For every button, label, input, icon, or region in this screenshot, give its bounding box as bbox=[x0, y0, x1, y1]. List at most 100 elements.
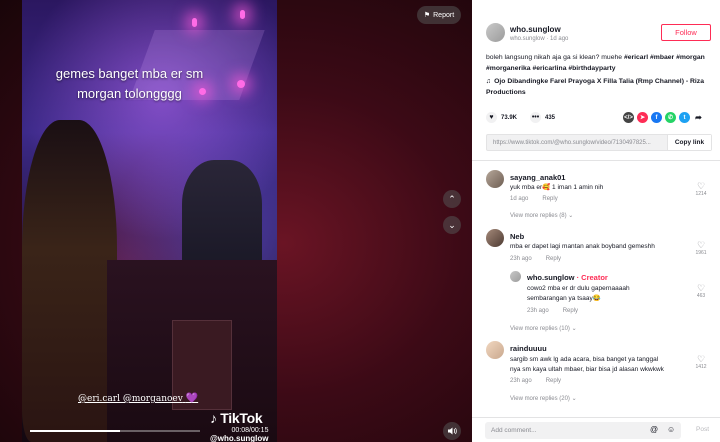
mention-icon[interactable]: @ bbox=[650, 425, 658, 434]
description-text: boleh langsung nikah aja ga si klean? mu… bbox=[486, 54, 623, 61]
video-timestamp: 00:08/00:15 bbox=[231, 427, 269, 434]
facebook-icon[interactable]: f bbox=[651, 112, 662, 123]
comment-time: 1d ago bbox=[510, 196, 529, 202]
heart-outline-icon: ♡ bbox=[696, 283, 706, 293]
tiktok-logo-text: TikTok bbox=[220, 410, 263, 426]
comment-time: 23h ago bbox=[510, 378, 532, 384]
follow-button[interactable]: Follow bbox=[661, 24, 711, 41]
comment-time: 23h ago bbox=[527, 308, 549, 314]
like-stat[interactable]: ♥ 73.9K bbox=[486, 112, 517, 123]
comment-like[interactable]: ♡ 1412 bbox=[695, 354, 707, 370]
share-arrow-icon[interactable]: ➦ bbox=[693, 112, 704, 123]
copy-link-box: https://www.tiktok.com/@who.sunglow/vide… bbox=[486, 134, 712, 151]
whatsapp-icon[interactable]: ✆ bbox=[665, 112, 676, 123]
commenter-avatar[interactable] bbox=[486, 341, 504, 359]
share-row: </> ➤ f ✆ t ➦ bbox=[623, 112, 704, 123]
video-caption-line: morgan tolongggg bbox=[77, 86, 182, 101]
comment-time: 23h ago bbox=[510, 256, 532, 262]
chevron-down-icon: ⌄ bbox=[448, 219, 456, 230]
person-silhouette bbox=[182, 160, 262, 270]
speaker-icon bbox=[448, 427, 457, 435]
comment-count: 435 bbox=[545, 114, 556, 121]
commenter-name[interactable]: rainduuuu bbox=[510, 344, 547, 353]
comment-stat[interactable]: ••• 435 bbox=[530, 112, 555, 123]
reply-author-name: who.sunglow bbox=[527, 273, 575, 282]
reply-author[interactable]: who.sunglow · Creator bbox=[527, 273, 608, 282]
music-note-icon: ♫ bbox=[486, 78, 492, 85]
emoji-icon[interactable]: ☺ bbox=[667, 425, 675, 434]
comment-icon: ••• bbox=[530, 112, 541, 123]
video-stage: gemes banget mba er sm morgan tolongggg … bbox=[0, 0, 472, 442]
music-info[interactable]: ♫ Ojo Dibandingke Farel Prayoga X Filla T… bbox=[486, 77, 714, 98]
stage-light bbox=[192, 18, 197, 27]
heart-outline-icon: ♡ bbox=[696, 181, 706, 191]
heart-icon: ♥ bbox=[486, 112, 497, 123]
author-subline: who.sunglow · 1d ago bbox=[510, 36, 569, 42]
reply-button[interactable]: Reply bbox=[546, 256, 561, 262]
comment-like-count: 1214 bbox=[695, 191, 707, 197]
report-label: Report bbox=[433, 11, 455, 19]
reply-text-line: cowo2 mba er dr dulu gapernaaaah bbox=[527, 285, 630, 292]
author-avatar[interactable] bbox=[486, 23, 505, 42]
comment-like[interactable]: ♡ 1961 bbox=[695, 240, 707, 256]
volume-button[interactable] bbox=[443, 422, 461, 440]
comment-text: mba er dapet lagi mantan anak boyband ge… bbox=[510, 243, 655, 250]
next-video-button[interactable]: ⌄ bbox=[443, 216, 461, 234]
send-friends-icon[interactable]: ➤ bbox=[637, 112, 648, 123]
purple-heart-icon: 💜 bbox=[185, 393, 199, 404]
comment-meta: 23h ago Reply bbox=[527, 308, 578, 314]
video-player[interactable]: gemes banget mba er sm morgan tolongggg bbox=[22, 0, 277, 442]
comment-meta: 1d ago Reply bbox=[510, 196, 558, 202]
comment-meta: 23h ago Reply bbox=[510, 378, 561, 384]
comment-text: yuk mba er🥰 1 iman 1 amin nih bbox=[510, 184, 604, 191]
post-description: boleh langsung nikah aja ga si klean? mu… bbox=[486, 52, 714, 74]
tiktok-watermark: ♪ TikTok 00:08/00:15 @who.sunglow bbox=[210, 410, 268, 442]
music-title: Ojo Dibandingke Farel Prayoga X Filla Ta… bbox=[486, 78, 704, 96]
reply-button[interactable]: Reply bbox=[563, 308, 578, 314]
info-panel: who.sunglow who.sunglow · 1d ago Follow … bbox=[472, 0, 720, 442]
like-count: 73.9K bbox=[501, 114, 518, 121]
post-button[interactable]: Post bbox=[696, 426, 709, 433]
comment-meta: 23h ago Reply bbox=[510, 256, 561, 262]
commenter-avatar[interactable] bbox=[486, 170, 504, 188]
embed-icon[interactable]: </> bbox=[623, 112, 634, 123]
tiktok-logo: ♪ TikTok bbox=[210, 410, 263, 426]
heart-outline-icon: ♡ bbox=[696, 240, 706, 250]
reply-button[interactable]: Reply bbox=[542, 196, 557, 202]
author-name[interactable]: who.sunglow bbox=[510, 25, 561, 34]
comment-like-count: 463 bbox=[696, 293, 706, 299]
commenter-name[interactable]: sayang_anak01 bbox=[510, 173, 565, 182]
video-progress-fill bbox=[30, 430, 121, 432]
video-caption-line: gemes banget mba er sm bbox=[55, 66, 204, 81]
commenter-name[interactable]: Neb bbox=[510, 232, 524, 241]
comment-like[interactable]: ♡ 1214 bbox=[695, 181, 707, 197]
commenter-avatar[interactable] bbox=[486, 229, 504, 247]
comment-like[interactable]: ♡ 463 bbox=[695, 283, 707, 299]
chevron-up-icon: ⌃ bbox=[448, 193, 456, 204]
reply-button[interactable]: Reply bbox=[546, 378, 561, 384]
comment-text-line: sargib sm awk lg ada acara, bisa banget … bbox=[510, 356, 659, 363]
flag-icon: ⚑ bbox=[423, 12, 431, 19]
divider bbox=[472, 160, 720, 161]
view-more-replies[interactable]: View more replies (8) ⌄ bbox=[510, 212, 573, 219]
stage-light bbox=[240, 10, 245, 19]
comment-like-count: 1961 bbox=[695, 250, 707, 256]
report-button[interactable]: ⚑ Report bbox=[417, 6, 461, 24]
comment-composer: @ ☺ Post bbox=[472, 417, 720, 442]
video-link[interactable]: https://www.tiktok.com/@who.sunglow/vide… bbox=[487, 135, 667, 150]
view-more-replies[interactable]: View more replies (10) ⌄ bbox=[510, 325, 577, 332]
comment-text-line: nya sm kaya ultah mbaer, biar bisa jd al… bbox=[510, 366, 664, 373]
copy-link-button[interactable]: Copy link bbox=[667, 135, 711, 150]
video-mentions: @eri.carl @morganoev 💜 bbox=[78, 393, 198, 404]
heart-outline-icon: ♡ bbox=[696, 354, 706, 364]
previous-video-button[interactable]: ⌃ bbox=[443, 190, 461, 208]
reply-text-line: sembarangan ya tsaay😂 bbox=[527, 295, 601, 302]
watermark-username: @who.sunglow bbox=[210, 434, 269, 442]
mention-text: @eri.carl @morganoev bbox=[78, 394, 183, 404]
comment-like-count: 1412 bbox=[695, 364, 707, 370]
video-progress-bar[interactable] bbox=[30, 430, 200, 432]
creator-badge: · Creator bbox=[576, 273, 608, 282]
creator-avatar[interactable] bbox=[510, 271, 521, 282]
view-more-replies[interactable]: View more replies (20) ⌄ bbox=[510, 395, 577, 402]
twitter-icon[interactable]: t bbox=[679, 112, 690, 123]
